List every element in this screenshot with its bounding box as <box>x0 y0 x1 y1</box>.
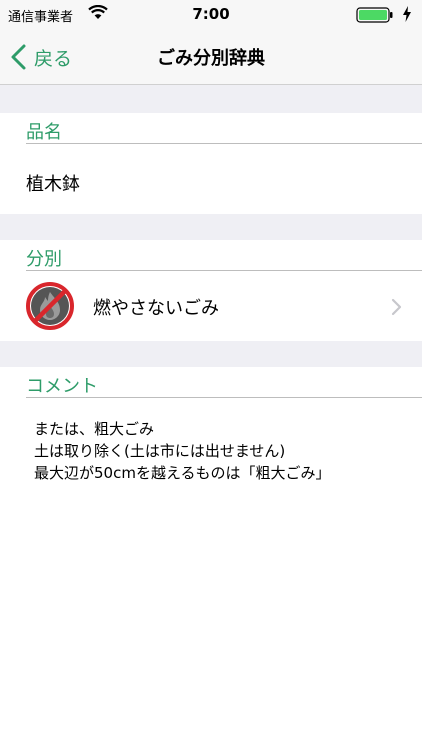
item-name-header: 品名 <box>26 114 422 144</box>
comment-line: 最大辺が50cmを越えるものは「粗大ごみ」 <box>34 464 331 482</box>
category-header: 分別 <box>26 241 422 271</box>
navigation-bar: 戻る ごみ分別辞典 <box>0 28 422 85</box>
comment-text: または、粗大ごみ 土は取り除く(土は市には出せません) 最大辺が50cmを越える… <box>34 418 331 484</box>
battery-icon <box>356 7 393 23</box>
no-burn-icon <box>26 282 74 330</box>
charging-bolt-icon <box>403 6 411 22</box>
comment-line: 土は取り除く(土は市には出せません) <box>34 442 286 460</box>
section-gap <box>0 85 422 113</box>
status-bar: 通信事業者 7:00 <box>0 0 422 28</box>
category-row[interactable]: 燃やさないごみ <box>0 272 422 340</box>
section-gap <box>0 214 422 240</box>
chevron-right-icon <box>391 298 402 316</box>
comment-line: または、粗大ごみ <box>34 420 155 438</box>
category-label: 燃やさないごみ <box>93 298 219 319</box>
page-title: ごみ分別辞典 <box>157 48 265 69</box>
section-gap <box>0 341 422 367</box>
comment-header: コメント <box>26 368 422 398</box>
item-name: 植木鉢 <box>26 174 80 195</box>
